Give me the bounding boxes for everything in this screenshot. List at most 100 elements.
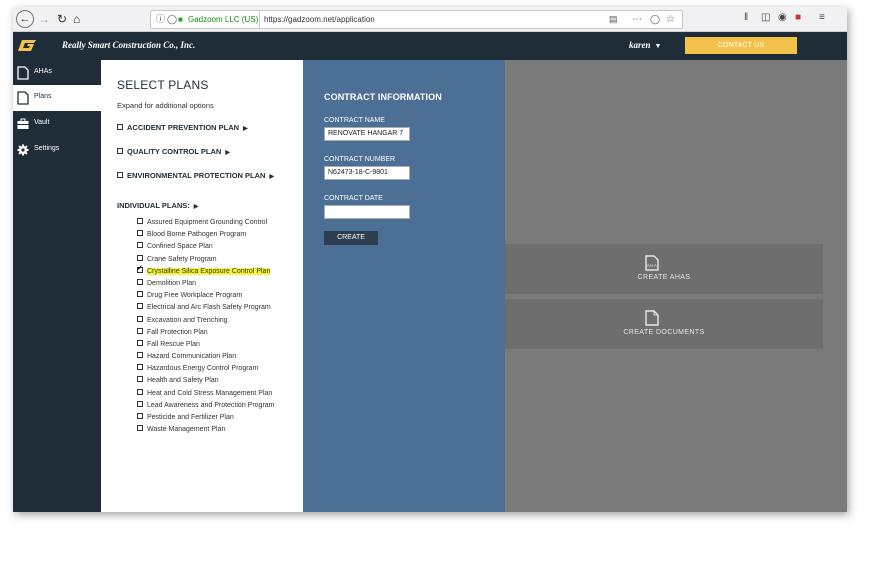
plan-label: Assured Equipment Grounding Control	[147, 219, 268, 226]
list-item[interactable]: Waste Management Plan	[137, 424, 275, 436]
create-ahas-label: CREATE AHAS	[637, 274, 691, 281]
list-item[interactable]: Demolition Plan	[137, 278, 275, 290]
contract-number-field[interactable]: N62473-18-C-9801	[324, 166, 410, 180]
checkbox[interactable]	[137, 352, 143, 359]
contract-name-field[interactable]: RENOVATE HANGAR 7	[324, 127, 410, 141]
expand-arrow-icon[interactable]: ▶	[269, 174, 274, 180]
plan-label: Health and Safety Plan	[147, 377, 219, 385]
contract-date-field[interactable]	[324, 205, 410, 219]
library-icon[interactable]: ‖	[744, 12, 748, 23]
plan-label: Blood Borne Pathogen Program	[147, 231, 247, 239]
checkbox[interactable]	[137, 388, 143, 395]
list-item[interactable]: Assured Equipment Grounding Control	[137, 217, 275, 229]
contract-date-label: CONTRACT DATE	[324, 195, 383, 202]
list-item[interactable]: Heat and Cold Stress Management Plan	[137, 388, 275, 400]
shield-icon[interactable]: ◯	[167, 11, 177, 28]
plan-label: Confined Space Plan	[147, 243, 213, 251]
checkbox[interactable]	[117, 172, 123, 178]
reload-icon[interactable]: ↻	[57, 10, 67, 28]
checkbox[interactable]	[137, 278, 143, 285]
list-item[interactable]: Blood Borne Pathogen Program	[137, 229, 275, 241]
list-item[interactable]: Drug Free Workplace Program	[137, 290, 275, 302]
bookmark-star-icon[interactable]: ☆	[666, 11, 675, 28]
checkbox[interactable]	[137, 364, 143, 371]
checkbox[interactable]	[117, 124, 123, 130]
individual-plans-header[interactable]: INDIVIDUAL PLANS: ▶	[117, 201, 198, 210]
checkbox[interactable]	[137, 413, 143, 419]
pdf-extension-icon[interactable]: ■	[795, 12, 801, 23]
aha-document-icon: AHA	[645, 255, 659, 271]
checkbox[interactable]	[137, 242, 143, 249]
checkbox[interactable]	[137, 230, 143, 237]
expand-arrow-icon[interactable]: ▶	[194, 204, 199, 210]
contract-number-label: CONTRACT NUMBER	[324, 156, 396, 163]
checkbox[interactable]	[137, 254, 143, 261]
checkbox[interactable]	[137, 315, 143, 322]
company-logo-icon[interactable]	[17, 39, 37, 52]
checkbox[interactable]	[137, 376, 143, 383]
list-item[interactable]: Fall Protection Plan	[137, 327, 275, 339]
sidebar-item-vault[interactable]: Vault	[13, 111, 101, 137]
back-icon[interactable]: ←	[16, 10, 34, 28]
menu-icon[interactable]: ≡	[819, 12, 825, 23]
list-item[interactable]: Hazardous Energy Control Program	[137, 363, 275, 375]
aha-icon-text: AHA	[647, 263, 657, 268]
sidebar: AHAs Plans Vault Settings	[13, 60, 101, 512]
create-ahas-button[interactable]: AHA CREATE AHAS	[505, 244, 823, 294]
contract-information-title: CONTRACT INFORMATION	[324, 92, 442, 102]
checkbox[interactable]	[137, 425, 143, 432]
home-icon[interactable]: ⌂	[73, 10, 80, 28]
expand-arrow-icon[interactable]: ▶	[243, 126, 248, 132]
more-actions-icon[interactable]: ⋯	[632, 11, 642, 28]
reader-view-icon[interactable]: ▤	[609, 11, 618, 28]
list-item[interactable]: Pesticide and Fertilizer Plan	[137, 412, 275, 424]
checkbox[interactable]	[137, 339, 143, 346]
sidebar-item-settings[interactable]: Settings	[13, 137, 101, 163]
list-item[interactable]: Hazard Communication Plan	[137, 351, 275, 363]
url-text[interactable]: https://gadzoom.net/application	[259, 11, 375, 28]
plan-label: Fall Rescue Plan	[147, 340, 200, 348]
list-item[interactable]: Fall Rescue Plan	[137, 339, 275, 351]
list-item[interactable]: Crane Safety Program	[137, 254, 275, 266]
checkbox[interactable]	[137, 327, 143, 334]
sidebar-item-plans[interactable]: Plans	[13, 85, 101, 111]
plan-group-label: ACCIDENT PREVENTION PLAN	[127, 123, 240, 132]
checkbox[interactable]	[137, 400, 143, 407]
list-item[interactable]: Excavation and Trenching	[137, 315, 275, 327]
sidebar-toggle-icon[interactable]: ◫	[761, 12, 770, 23]
checkbox[interactable]	[137, 218, 143, 224]
list-item[interactable]: Confined Space Plan	[137, 241, 275, 253]
browser-toolbar: ← → ↻ ⌂ ⓘ ◯ ■ Gadzoom LLC (US) https://g…	[13, 7, 847, 32]
plan-group-quality-control[interactable]: QUALITY CONTROL PLAN ▶	[117, 147, 230, 156]
site-identity: Gadzoom LLC (US)	[188, 15, 259, 24]
select-plans-title: SELECT PLANS	[117, 78, 209, 92]
plan-group-accident-prevention[interactable]: ACCIDENT PREVENTION PLAN ▶	[117, 123, 248, 132]
pocket-icon[interactable]: ◯	[650, 11, 660, 28]
plan-label: Heat and Cold Stress Management Plan	[147, 389, 273, 397]
list-item[interactable]: Lead Awareness and Protection Program	[137, 400, 275, 412]
list-item[interactable]: Crystalline Silica Exposure Control Plan	[137, 263, 275, 278]
checkbox[interactable]	[137, 303, 143, 310]
expand-arrow-icon[interactable]: ▶	[225, 150, 230, 156]
address-bar[interactable]: ⓘ ◯ ■ Gadzoom LLC (US) https://gadzoom.n…	[150, 10, 683, 29]
plan-label: Hazardous Energy Control Program	[147, 365, 259, 373]
document-icon	[17, 91, 29, 105]
sidebar-item-ahas[interactable]: AHAs	[13, 60, 101, 86]
user-menu[interactable]: karen ▼	[629, 40, 661, 50]
briefcase-icon	[17, 118, 29, 129]
list-item[interactable]: Electrical and Arc Flash Safety Program	[137, 302, 275, 314]
list-item[interactable]: Health and Safety Plan	[137, 375, 275, 387]
sidebar-item-label: Vault	[34, 119, 50, 126]
create-button[interactable]: CREATE	[324, 231, 378, 245]
sidebar-item-label: Settings	[34, 145, 60, 152]
create-documents-button[interactable]: CREATE DOCUMENTS	[505, 299, 823, 349]
account-icon[interactable]: ◉	[778, 12, 787, 23]
sidebar-item-label: Plans	[34, 93, 52, 100]
checkbox[interactable]	[117, 148, 123, 154]
forward-icon[interactable]: →	[38, 10, 50, 28]
info-icon[interactable]: ⓘ	[156, 11, 165, 28]
checkbox-checked[interactable]	[137, 263, 143, 275]
checkbox[interactable]	[137, 291, 143, 298]
contact-us-button[interactable]: CONTACT US	[685, 37, 797, 54]
plan-group-environmental-protection[interactable]: ENVIRONMENTAL PROTECTION PLAN ▶	[117, 171, 274, 180]
